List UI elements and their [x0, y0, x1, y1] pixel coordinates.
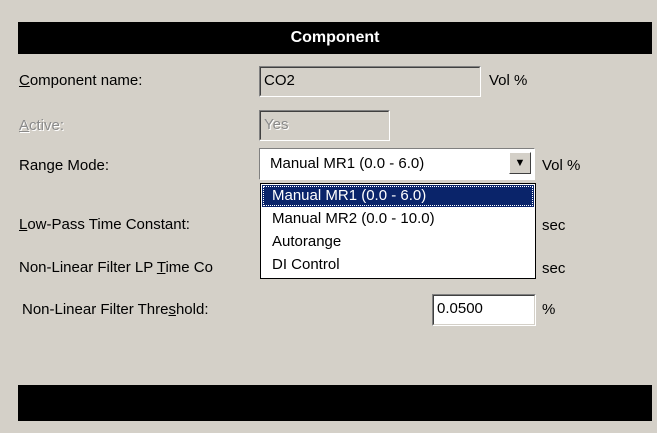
dropdown-arrow-button[interactable]: ▼ [509, 152, 531, 174]
component-name-unit: Vol % [489, 72, 528, 89]
nonlinear-threshold-value: 0.0500 [437, 300, 483, 317]
active-value: Yes [264, 116, 289, 133]
component-name-field: CO2 [259, 66, 481, 97]
range-mode-select[interactable]: Manual MR1 (0.0 - 6.0) ▼ [259, 148, 535, 180]
range-mode-selected-value: Manual MR1 (0.0 - 6.0) [270, 155, 425, 172]
status-bar [18, 385, 652, 421]
range-mode-unit: Vol % [542, 157, 581, 174]
nonlinear-lp-label-pre: Non-Linear Filter LP [19, 259, 157, 276]
range-mode-label: Range Mode: [19, 157, 110, 174]
dropdown-option-manual-mr1[interactable]: Manual MR1 (0.0 - 6.0) [262, 185, 534, 207]
dropdown-option-manual-mr2[interactable]: Manual MR2 (0.0 - 10.0) [262, 208, 534, 230]
panel-title: Component [18, 22, 652, 54]
component-name-value: CO2 [264, 72, 295, 89]
component-name-label: Component name: [19, 72, 142, 90]
nonlinear-threshold-label-pre: Non-Linear Filter Thre [22, 301, 169, 318]
nonlinear-lp-unit: sec [542, 260, 566, 277]
active-label-text: ctive: [29, 117, 65, 134]
nonlinear-lp-label-rest: ime Co [165, 259, 213, 276]
low-pass-label-text: ow-Pass Time Constant: [27, 216, 190, 233]
nonlinear-threshold-unit: % [542, 301, 556, 318]
nonlinear-lp-label: Non-Linear Filter LP Time Co [19, 259, 213, 277]
nonlinear-threshold-input[interactable]: 0.0500 [432, 294, 536, 326]
chevron-down-icon: ▼ [514, 157, 526, 169]
active-label: Active: [19, 117, 64, 135]
range-mode-dropdown-list: Manual MR1 (0.0 - 6.0) Manual MR2 (0.0 -… [260, 183, 536, 279]
component-name-label-text: omponent name: [29, 72, 143, 89]
low-pass-label: Low-Pass Time Constant: [19, 216, 190, 234]
nonlinear-threshold-label: Non-Linear Filter Threshold: [22, 301, 208, 319]
active-field: Yes [259, 110, 390, 141]
component-dialog: Component Component name: CO2 Vol % Acti… [0, 0, 657, 433]
nonlinear-threshold-label-rest: hold: [175, 301, 209, 318]
dropdown-option-autorange[interactable]: Autorange [262, 231, 534, 253]
component-name-accelerator: C [19, 72, 30, 89]
active-accelerator: A [19, 117, 30, 134]
nonlinear-threshold-accelerator: s [168, 301, 176, 318]
dropdown-option-di-control[interactable]: DI Control [262, 254, 534, 276]
low-pass-unit: sec [542, 217, 566, 234]
